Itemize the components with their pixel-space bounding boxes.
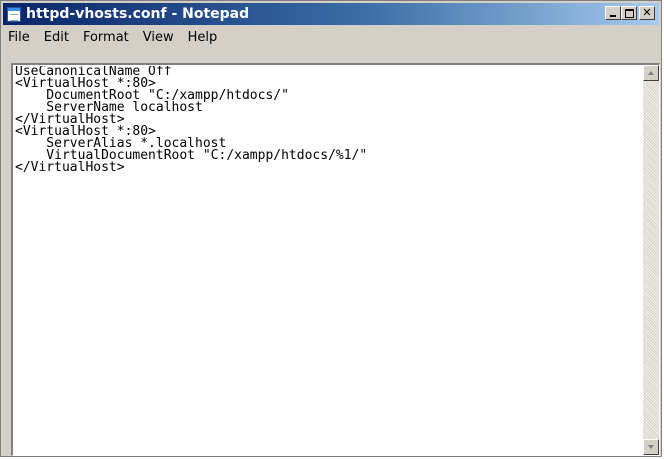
menu-file[interactable]: File (3, 30, 37, 45)
text-editor[interactable]: UseCanonicalName Off <VirtualHost *:80> D… (11, 63, 660, 456)
window-title: httpd-vhosts.conf - Notepad (26, 6, 250, 22)
notepad-icon[interactable] (7, 6, 21, 22)
menu-edit[interactable]: Edit (37, 30, 76, 45)
scroll-up-arrow-icon[interactable] (643, 65, 659, 81)
caption-buttons (605, 6, 655, 20)
title-bar[interactable]: httpd-vhosts.conf - Notepad (3, 3, 659, 25)
vertical-scrollbar[interactable] (643, 65, 659, 455)
minimize-button[interactable] (605, 6, 621, 20)
text-line: </VirtualHost> (15, 160, 125, 175)
menu-format[interactable]: Format (76, 30, 136, 45)
close-button[interactable] (639, 6, 655, 20)
editor-text[interactable]: UseCanonicalName Off <VirtualHost *:80> D… (15, 66, 641, 455)
menu-bar: File Edit Format View Help (3, 27, 659, 47)
menu-help[interactable]: Help (181, 30, 225, 45)
menu-view[interactable]: View (136, 30, 181, 45)
maximize-button[interactable] (621, 6, 637, 20)
scroll-down-arrow-icon[interactable] (643, 439, 659, 455)
